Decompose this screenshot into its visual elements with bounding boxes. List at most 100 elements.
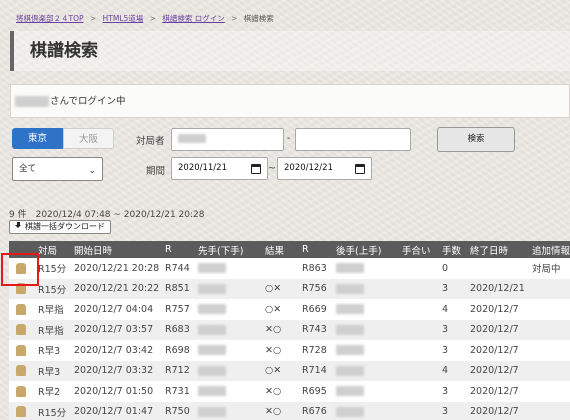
table-header-row: 対局 開始日時 R 先手(下手) 結果 R 後手(上手) 手合い 手数 終了日時… — [9, 241, 570, 258]
redacted-player — [336, 304, 364, 315]
cell-rating1: R683 — [163, 319, 196, 340]
cell-sente[interactable] — [196, 340, 263, 361]
col-header-handicap[interactable]: 手合い — [400, 241, 440, 258]
cell-gote[interactable] — [334, 401, 400, 420]
bulk-download-button[interactable]: 棋譜一括ダウンロード — [9, 220, 111, 234]
table-row[interactable]: R早指 2020/12/7 03:57 R683 ✕○ R743 3 2020/12/7 — [9, 319, 570, 340]
cell-end: 2020/12/7 — [468, 360, 530, 381]
cell-rating2: R743 — [300, 319, 334, 340]
calendar-icon[interactable] — [251, 164, 261, 174]
cell-rating2: R669 — [300, 299, 334, 320]
kifu-cell[interactable] — [9, 381, 36, 402]
cell-start: 2020/12/7 01:47 — [72, 401, 163, 420]
cell-gote[interactable] — [334, 278, 400, 299]
table-row[interactable]: R15分 2020/12/21 20:22 R851 ○✕ R756 3 2020/12/2… — [9, 278, 570, 299]
cell-gote[interactable] — [334, 258, 400, 279]
col-header-sente[interactable]: 先手(下手) — [196, 241, 263, 258]
cell-start: 2020/12/7 03:42 — [72, 340, 163, 361]
kifu-cell[interactable] — [9, 299, 36, 320]
player2-input[interactable] — [295, 128, 411, 151]
tab-osaka[interactable]: 大阪 — [63, 128, 114, 149]
cell-start: 2020/12/7 01:50 — [72, 381, 163, 402]
kifu-icon[interactable] — [16, 365, 26, 377]
col-header-gote[interactable]: 後手(上手) — [334, 241, 400, 258]
col-header-end[interactable]: 終了日時 — [468, 241, 530, 258]
table-row[interactable]: R早2 2020/12/7 01:50 R731 ✕○ R695 3 2020/12/7 — [9, 381, 570, 402]
cell-result: ○✕ — [263, 278, 300, 299]
cell-result: ✕○ — [263, 319, 300, 340]
kifu-icon[interactable] — [16, 324, 26, 336]
cell-start: 2020/12/7 03:32 — [72, 360, 163, 381]
cell-handicap — [400, 401, 440, 420]
cell-start: 2020/12/7 04:04 — [72, 299, 163, 320]
cell-sente[interactable] — [196, 319, 263, 340]
redacted-player — [198, 406, 226, 417]
table-row[interactable]: R15分 2020/12/21 20:28 R744 R863 0 対局中 — [9, 258, 570, 279]
cell-end — [468, 258, 530, 279]
cell-info — [530, 360, 570, 381]
player1-input[interactable] — [171, 128, 284, 151]
cell-moves: 4 — [440, 299, 468, 320]
col-header-rating2[interactable]: R — [300, 241, 334, 258]
cell-type: R15分 — [36, 401, 72, 420]
cell-rating1: R851 — [163, 278, 196, 299]
search-button[interactable]: 検索 — [437, 127, 515, 152]
cell-moves: 3 — [440, 319, 468, 340]
cell-gote[interactable] — [334, 319, 400, 340]
player-label: 対局者 — [136, 136, 165, 147]
kifu-cell[interactable] — [9, 360, 36, 381]
cell-handicap — [400, 381, 440, 402]
kifu-icon[interactable] — [16, 385, 26, 397]
cell-start: 2020/12/21 20:22 — [72, 278, 163, 299]
cell-gote[interactable] — [334, 381, 400, 402]
breadcrumb-link-login[interactable]: 棋譜検索 ログイン — [162, 14, 224, 23]
date-from-input[interactable]: 2020/11/21 — [171, 157, 268, 180]
cell-rating2: R695 — [300, 381, 334, 402]
cell-handicap — [400, 299, 440, 320]
cell-sente[interactable] — [196, 258, 263, 279]
col-header-result[interactable]: 結果 — [263, 241, 300, 258]
cell-moves: 3 — [440, 340, 468, 361]
col-header-info[interactable]: 追加情報 — [530, 241, 570, 258]
date-to-input[interactable]: 2020/12/21 — [277, 157, 372, 180]
breadcrumb-separator: > — [231, 14, 238, 23]
cell-sente[interactable] — [196, 360, 263, 381]
col-header-start[interactable]: 開始日時 — [72, 241, 163, 258]
calendar-icon[interactable] — [355, 164, 365, 174]
period-tilde: ~ — [268, 163, 276, 174]
cell-rating2: R676 — [300, 401, 334, 420]
cell-sente[interactable] — [196, 299, 263, 320]
table-row[interactable]: R15分 2020/12/7 01:47 R750 ✕○ R676 3 2020/12/7 — [9, 401, 570, 420]
breadcrumb-link-top[interactable]: 将棋倶楽部２４TOP — [16, 14, 84, 23]
cell-sente[interactable] — [196, 381, 263, 402]
col-header-moves[interactable]: 手数 — [440, 241, 468, 258]
kifu-cell[interactable] — [9, 340, 36, 361]
kifu-cell[interactable] — [9, 401, 36, 420]
cell-info — [530, 401, 570, 420]
kifu-icon[interactable] — [16, 406, 26, 418]
cell-gote[interactable] — [334, 360, 400, 381]
kifu-icon[interactable] — [16, 303, 26, 315]
cell-sente[interactable] — [196, 401, 263, 420]
kifu-cell[interactable] — [9, 319, 36, 340]
tab-tokyo[interactable]: 東京 — [12, 128, 63, 149]
redacted-player — [336, 263, 364, 274]
cell-end: 2020/12/21 — [468, 278, 530, 299]
cell-handicap — [400, 258, 440, 279]
breadcrumb-link-html5[interactable]: HTML5道場 — [103, 14, 144, 23]
col-header-type[interactable]: 対局 — [36, 241, 72, 258]
cell-rating1: R712 — [163, 360, 196, 381]
kifu-icon[interactable] — [16, 344, 26, 356]
cell-gote[interactable] — [334, 340, 400, 361]
table-row[interactable]: R早3 2020/12/7 03:42 R698 ✕○ R728 3 2020/12/7 — [9, 340, 570, 361]
game-type-select[interactable]: 全て ⌄ — [12, 157, 103, 181]
col-header-rating1[interactable]: R — [163, 241, 196, 258]
cell-gote[interactable] — [334, 299, 400, 320]
breadcrumb: 将棋倶楽部２４TOP > HTML5道場 > 棋譜検索 ログイン > 棋譜検索 — [16, 13, 274, 24]
cell-sente[interactable] — [196, 278, 263, 299]
table-row[interactable]: R早指 2020/12/7 04:04 R757 ○✕ R669 4 2020/12/7 — [9, 299, 570, 320]
redacted-player — [336, 386, 364, 397]
cell-info — [530, 381, 570, 402]
table-row[interactable]: R早3 2020/12/7 03:32 R712 ○✕ R714 4 2020/12/7 — [9, 360, 570, 381]
breadcrumb-separator: > — [149, 14, 156, 23]
